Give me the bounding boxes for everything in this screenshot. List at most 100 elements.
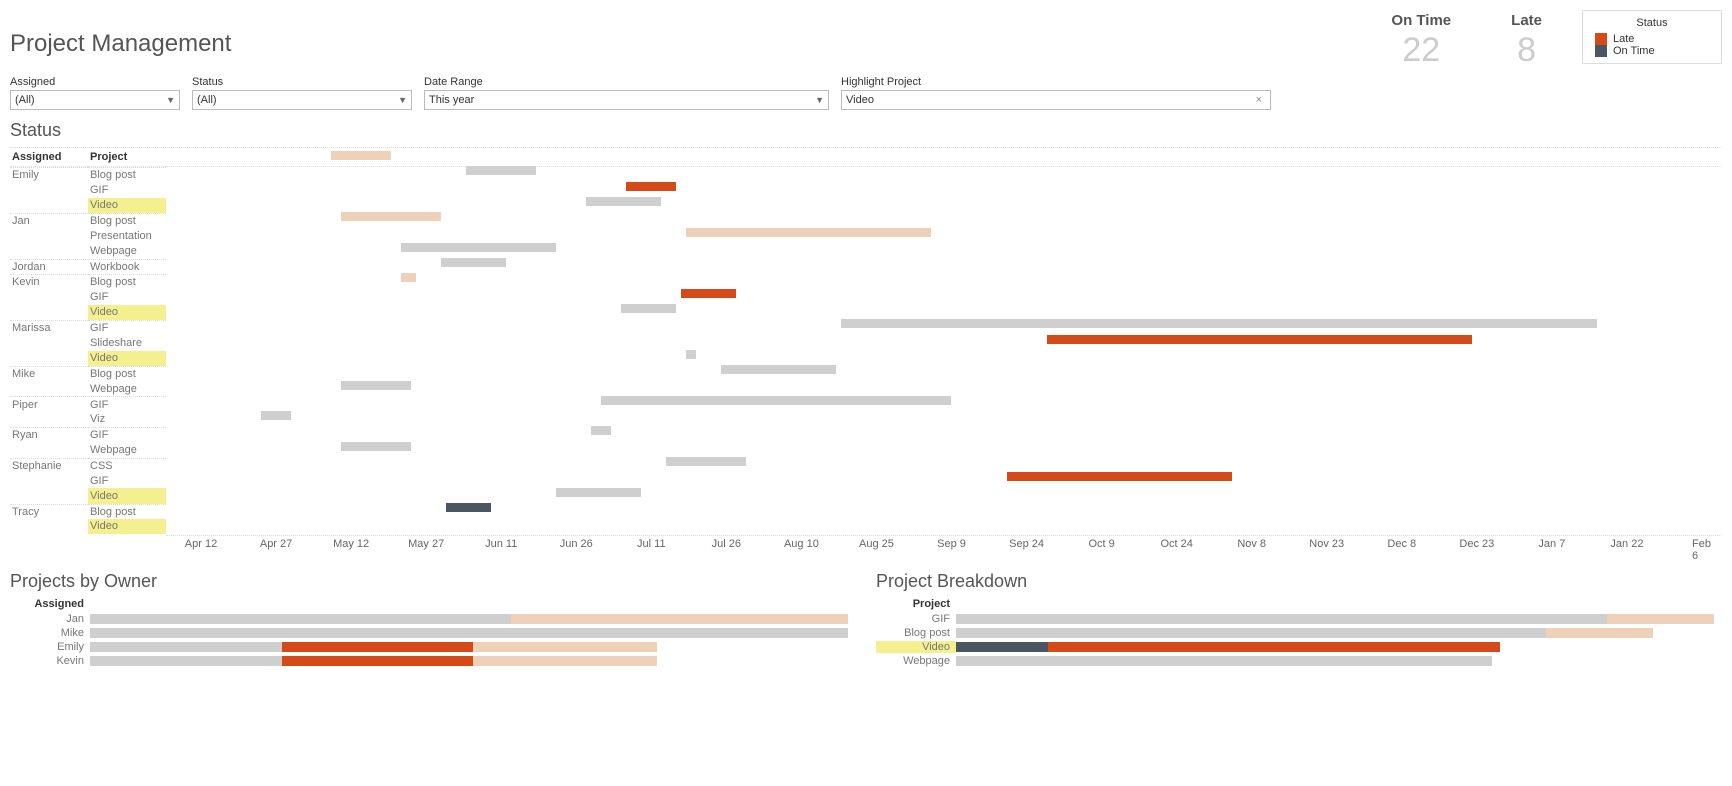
filter-status-dropdown[interactable]: (All) ▼ (192, 90, 412, 110)
stacked-bar-segment[interactable] (473, 656, 657, 666)
stacked-bar-label: GIF (876, 613, 956, 625)
gantt-assigned-cell (10, 243, 88, 258)
stacked-bar-row[interactable]: Emily (10, 640, 856, 654)
filter-status-label: Status (192, 76, 412, 88)
axis-tick: Jul 11 (637, 538, 666, 550)
stacked-bar-segment[interactable] (90, 614, 511, 624)
clear-icon[interactable]: × (1252, 94, 1266, 106)
gantt-bar[interactable] (261, 411, 291, 420)
axis-tick: Nov 8 (1237, 538, 1266, 550)
stacked-bar-segment[interactable] (90, 628, 848, 638)
stacked-bar-segment[interactable] (1546, 628, 1653, 638)
projects-by-owner-header: Assigned (10, 598, 90, 610)
axis-tick: Sep 24 (1009, 538, 1044, 550)
stacked-bar-segment[interactable] (1048, 642, 1500, 652)
gantt-bar[interactable] (586, 197, 661, 206)
gantt-bar[interactable] (591, 426, 611, 435)
axis-tick: Feb 6 (1692, 538, 1712, 562)
gantt-bar[interactable] (1047, 335, 1472, 344)
filter-assigned-dropdown[interactable]: (All) ▼ (10, 90, 180, 110)
projects-by-owner-chart[interactable]: Projects by Owner Assigned Jan MikeEmilyK… (10, 561, 856, 668)
stacked-bar-segment[interactable] (511, 614, 848, 624)
kpi-on-time: On Time 22 (1361, 12, 1481, 70)
stacked-bar-label: Video (876, 641, 956, 653)
legend-item-on-time[interactable]: On Time (1595, 45, 1709, 57)
gantt-bar[interactable] (601, 396, 951, 405)
stacked-bar-row[interactable]: Mike (10, 626, 856, 640)
gantt-project-cell: Presentation (88, 228, 166, 243)
project-breakdown-chart[interactable]: Project Breakdown Project GIFBlog postVi… (876, 561, 1722, 668)
stacked-bar-row[interactable]: Kevin (10, 654, 856, 668)
gantt-project-cell: Video (88, 351, 166, 366)
stacked-bar-segment[interactable] (473, 642, 657, 652)
stacked-bar-segment[interactable] (90, 656, 282, 666)
filter-assigned-label: Assigned (10, 76, 180, 88)
status-section-title: Status (10, 120, 1722, 141)
gantt-bar[interactable] (556, 488, 641, 497)
gantt-assigned-cell: Stephanie (10, 458, 88, 473)
filter-date-range-label: Date Range (424, 76, 829, 88)
gantt-assigned-cell (10, 289, 88, 304)
gantt-bar[interactable] (1007, 472, 1232, 481)
gantt-bar[interactable] (446, 503, 491, 512)
stacked-bar-segment[interactable] (1607, 614, 1714, 624)
stacked-bar-label: Kevin (10, 655, 90, 667)
gantt-assigned-cell (10, 182, 88, 197)
stacked-bar-segment[interactable] (282, 642, 474, 652)
gantt-assigned-cell: Emily (10, 167, 88, 182)
gantt-project-cell: Webpage (88, 381, 166, 396)
stacked-bar-segment[interactable] (956, 642, 1048, 652)
gantt-bar[interactable] (401, 273, 416, 282)
filter-date-range-dropdown[interactable]: This year ▼ (424, 90, 829, 110)
gantt-project-cell: Blog post (88, 274, 166, 289)
gantt-header-project: Project (88, 148, 166, 167)
gantt-bar[interactable] (721, 365, 836, 374)
gantt-bar[interactable] (686, 228, 931, 237)
filter-date-range-value: This year (429, 94, 474, 106)
stacked-bar-row[interactable]: GIF (876, 612, 1722, 626)
stacked-bar-label: Blog post (876, 627, 956, 639)
stacked-bar-segment[interactable] (282, 656, 474, 666)
stacked-bar-label: Jan (10, 613, 90, 625)
gantt-bar[interactable] (331, 151, 391, 160)
gantt-project-cell: GIF (88, 427, 166, 442)
gantt-bar[interactable] (341, 381, 411, 390)
stacked-bar-row[interactable]: Blog post (876, 626, 1722, 640)
axis-tick: May 27 (408, 538, 444, 550)
stacked-bar-row[interactable]: Webpage (876, 654, 1722, 668)
gantt-chart[interactable]: Assigned EmilyJanJordanKevinMarissaMikeP… (10, 147, 1722, 553)
stacked-bar-row[interactable]: Video (876, 640, 1722, 654)
legend-item-late[interactable]: Late (1595, 33, 1709, 45)
gantt-assigned-cell (10, 305, 88, 320)
stacked-bar-segment[interactable] (956, 656, 1492, 666)
gantt-assigned-cell: Marissa (10, 320, 88, 335)
gantt-bar[interactable] (466, 166, 536, 175)
gantt-bar[interactable] (686, 350, 696, 359)
gantt-assigned-cell (10, 412, 88, 427)
gantt-assigned-cell: Kevin (10, 274, 88, 289)
gantt-bar[interactable] (681, 289, 736, 298)
axis-tick: Aug 10 (784, 538, 819, 550)
gantt-bar[interactable] (401, 243, 556, 252)
gantt-assigned-cell (10, 228, 88, 243)
stacked-bar-segment[interactable] (956, 628, 1546, 638)
gantt-bar[interactable] (626, 182, 676, 191)
filter-highlight-input[interactable]: Video × (841, 90, 1271, 110)
projects-by-owner-title: Projects by Owner (10, 571, 856, 592)
gantt-project-cell: Blog post (88, 167, 166, 182)
gantt-project-cell: Blog post (88, 504, 166, 519)
gantt-bar[interactable] (441, 258, 506, 267)
gantt-project-cell: GIF (88, 396, 166, 411)
gantt-bar[interactable] (341, 212, 441, 221)
swatch-late (1595, 33, 1607, 45)
gantt-bar[interactable] (841, 319, 1596, 328)
gantt-project-cell: GIF (88, 320, 166, 335)
gantt-bar[interactable] (621, 304, 676, 313)
stacked-bar-segment[interactable] (90, 642, 282, 652)
stacked-bar-row[interactable]: Jan (10, 612, 856, 626)
stacked-bar-segment[interactable] (956, 614, 1607, 624)
stacked-bar-label: Mike (10, 627, 90, 639)
chevron-down-icon: ▼ (166, 95, 175, 105)
gantt-bar[interactable] (666, 457, 746, 466)
gantt-bar[interactable] (341, 442, 411, 451)
